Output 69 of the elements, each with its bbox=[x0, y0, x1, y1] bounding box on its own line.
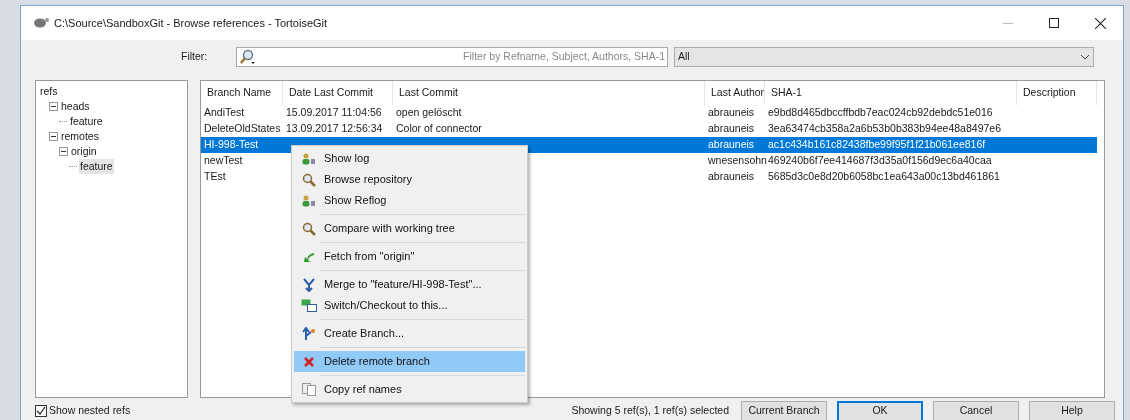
menu-item[interactable]: Fetch from "origin" bbox=[294, 246, 525, 267]
table-cell-text: DeleteOldStates bbox=[203, 121, 282, 137]
menu-item[interactable]: Switch/Checkout to this... bbox=[294, 295, 525, 316]
collapse-icon[interactable] bbox=[59, 147, 68, 156]
table-cell-text: TEst bbox=[203, 169, 227, 185]
tree-item[interactable]: heads bbox=[60, 98, 91, 115]
table-cell-text: 3ea63474cb358a2a6b53b0b383b94ee48a8497e6 bbox=[767, 121, 1002, 137]
table-cell-text: newTest bbox=[203, 153, 244, 169]
column-header[interactable]: Last Commit bbox=[393, 81, 705, 105]
table-cell: ac1c434b161c82438fbe99f95f1f21b061ee816f bbox=[765, 137, 1017, 153]
menu-item[interactable]: Create Branch... bbox=[294, 323, 525, 344]
search-icon bbox=[239, 49, 257, 65]
copy-icon bbox=[302, 383, 316, 396]
table-cell-text: abrauneis bbox=[707, 169, 756, 185]
table-cell-text: 5685d3c0e8d20b6058bc1ea643a00c13bd461861 bbox=[767, 169, 1001, 185]
column-header[interactable]: Description bbox=[1017, 81, 1097, 105]
arrow-icon bbox=[303, 250, 315, 263]
table-cell: abrauneis bbox=[705, 137, 765, 153]
dialog-button[interactable]: Current Branch bbox=[741, 400, 827, 420]
table-cell-text: wnesensohn bbox=[707, 153, 765, 169]
table-cell-text: AndiTest bbox=[203, 105, 246, 121]
menu-item[interactable]: Compare with working tree bbox=[294, 218, 525, 239]
tree-item[interactable]: feature bbox=[69, 113, 104, 130]
cross-icon bbox=[304, 356, 314, 367]
person-icon bbox=[302, 194, 316, 207]
column-header[interactable]: SHA-1 bbox=[765, 81, 1017, 105]
column-header[interactable]: Date Last Commit bbox=[283, 81, 393, 105]
table-cell-text: 13.09.2017 12:56:34 bbox=[285, 121, 384, 137]
tree-item[interactable]: origin bbox=[70, 143, 98, 160]
nested-refs-checkbox[interactable]: Show nested refs bbox=[35, 403, 131, 419]
table-cell-text: open gelöscht bbox=[395, 105, 463, 121]
scope-dropdown[interactable]: All bbox=[674, 47, 1094, 67]
close-icon bbox=[1094, 17, 1106, 29]
checkmark-icon bbox=[36, 406, 46, 416]
menu-item[interactable]: Copy ref names bbox=[294, 379, 525, 400]
collapse-icon[interactable] bbox=[49, 132, 58, 141]
magnifier-icon bbox=[302, 172, 316, 187]
dialog-button[interactable]: Help bbox=[1029, 400, 1115, 420]
menu-item[interactable]: Browse repository bbox=[294, 169, 525, 190]
chevron-down-icon bbox=[1080, 54, 1090, 60]
menu-item[interactable]: Show log bbox=[294, 148, 525, 169]
switch-icon bbox=[301, 299, 317, 312]
table-cell-text: 15.09.2017 11:04:56 bbox=[285, 105, 383, 121]
branch-icon bbox=[302, 326, 316, 341]
table-cell-text: abrauneis bbox=[707, 121, 756, 137]
menu-item[interactable]: Merge to "feature/HI-998-Test"... bbox=[294, 274, 525, 295]
person-icon bbox=[302, 152, 316, 165]
filter-label: Filter: bbox=[181, 49, 209, 65]
column-header[interactable]: Branch Name bbox=[201, 81, 283, 105]
dialog-button[interactable]: Cancel bbox=[933, 400, 1019, 420]
status-text: Showing 5 ref(s), 1 ref(s) selected bbox=[571, 403, 729, 419]
filter-field[interactable]: Filter by Refname, Subject, Authors, SHA-1 bbox=[236, 47, 668, 67]
table-cell: HI-998-Test bbox=[201, 137, 283, 153]
table-cell-text: 469240b6f7ee414687f3d35a0f156d9ec6a40caa bbox=[767, 153, 993, 169]
merge-icon bbox=[303, 277, 315, 292]
window-title: C:\Source\SandboxGit - Browse references - TortoiseGit bbox=[54, 15, 328, 31]
filter-input[interactable]: Filter by Refname, Subject, Authors, SHA-1 bbox=[257, 49, 665, 65]
table-cell-text: abrauneis bbox=[707, 105, 756, 121]
magnifier-icon bbox=[302, 221, 316, 236]
menu-item[interactable]: Show Reflog bbox=[294, 190, 525, 211]
column-header[interactable]: Last Author bbox=[705, 81, 765, 105]
menu-item[interactable]: Delete remote branch bbox=[294, 351, 525, 372]
table-cell-text: Color of connector bbox=[395, 121, 483, 137]
table-cell-text: e9bd8d465dbccffbdb7eac024cb92debdc51e016 bbox=[767, 105, 994, 121]
tree-item[interactable]: remotes bbox=[60, 128, 100, 145]
tree-item[interactable]: feature bbox=[79, 158, 114, 175]
tree-item[interactable]: refs bbox=[39, 83, 59, 100]
dialog-button[interactable]: OK bbox=[837, 400, 923, 420]
collapse-icon[interactable] bbox=[49, 102, 58, 111]
